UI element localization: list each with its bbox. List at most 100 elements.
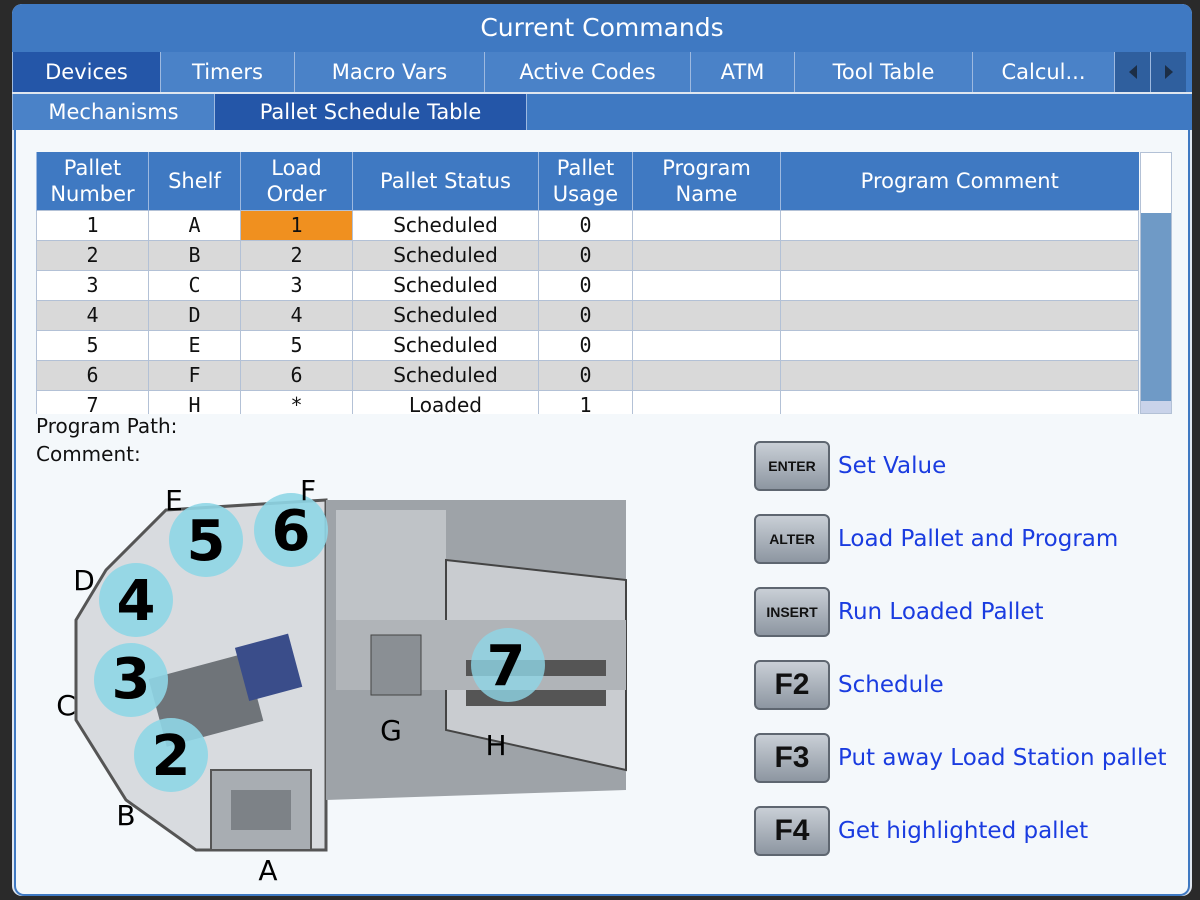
tab-pallet-schedule-table[interactable]: Pallet Schedule Table xyxy=(214,94,526,130)
table-cell[interactable] xyxy=(780,269,1139,301)
load-station-fixture xyxy=(231,790,291,830)
table-cell[interactable]: 0 xyxy=(538,299,633,331)
column-header: Load Order xyxy=(240,152,353,210)
key-row-f4: F4 Get highlighted pallet xyxy=(754,805,1088,857)
put-away-load-station-pallet-label[interactable]: Put away Load Station pallet xyxy=(838,745,1167,771)
table-cell[interactable]: 0 xyxy=(538,359,633,391)
column-header: Pallet Usage xyxy=(538,152,633,210)
table-cell[interactable]: * xyxy=(240,389,353,414)
scrollbar-track-end xyxy=(1141,401,1171,413)
tab-devices[interactable]: Devices xyxy=(12,52,160,92)
table-cell[interactable]: 0 xyxy=(538,209,633,241)
table-cell[interactable]: H xyxy=(148,389,241,414)
table-cell[interactable]: F xyxy=(148,359,241,391)
table-cell[interactable]: 7 xyxy=(36,389,149,414)
table-cell[interactable] xyxy=(780,299,1139,331)
column-header: Program Name xyxy=(632,152,781,210)
table-cell[interactable]: 5 xyxy=(36,329,149,361)
table-cell[interactable]: 3 xyxy=(36,269,149,301)
get-highlighted-pallet-label[interactable]: Get highlighted pallet xyxy=(838,818,1088,844)
table-cell[interactable]: 0 xyxy=(538,269,633,301)
table-cell[interactable]: 5 xyxy=(240,329,353,361)
f2-key[interactable]: F2 xyxy=(754,660,830,710)
table-cell[interactable] xyxy=(780,359,1139,391)
table-cell[interactable]: B xyxy=(148,239,241,271)
table-cell[interactable] xyxy=(632,239,781,271)
table-cell[interactable]: C xyxy=(148,269,241,301)
table-cell[interactable] xyxy=(632,299,781,331)
tab-macro-vars[interactable]: Macro Vars xyxy=(294,52,484,92)
receiver-g xyxy=(370,634,422,696)
f4-key[interactable]: F4 xyxy=(754,806,830,856)
alter-key[interactable]: ALTER xyxy=(754,514,830,564)
table-cell[interactable]: 3 xyxy=(240,269,353,301)
tab-active-codes[interactable]: Active Codes xyxy=(484,52,690,92)
table-row[interactable]: 7 H * Loaded 1 xyxy=(36,389,1139,414)
key-row-alter: ALTER Load Pallet and Program xyxy=(754,513,1118,565)
table-cell[interactable]: Scheduled xyxy=(352,239,539,271)
table-cell[interactable] xyxy=(780,209,1139,241)
table-cell[interactable]: 4 xyxy=(240,299,353,331)
tab-atm[interactable]: ATM xyxy=(690,52,794,92)
table-cell[interactable]: Scheduled xyxy=(352,209,539,241)
table-cell[interactable]: 6 xyxy=(240,359,353,391)
table-row[interactable]: 3 C 3 Scheduled 0 xyxy=(36,269,1139,301)
pallet-number-4: 4 xyxy=(117,569,156,634)
table-cell[interactable]: Scheduled xyxy=(352,299,539,331)
table-cell[interactable]: 2 xyxy=(36,239,149,271)
scrollbar-thumb[interactable] xyxy=(1141,213,1171,401)
shelf-letter-d: D xyxy=(73,564,95,597)
tab-scroll-left-button[interactable] xyxy=(1114,52,1150,92)
tab-calculator[interactable]: Calcul... xyxy=(972,52,1114,92)
schedule-label[interactable]: Schedule xyxy=(838,672,944,698)
table-scrollbar[interactable] xyxy=(1140,152,1172,414)
table-cell[interactable]: Scheduled xyxy=(352,329,539,361)
table-row[interactable]: 1 A 1 Scheduled 0 xyxy=(36,209,1139,241)
table-cell[interactable]: 4 xyxy=(36,299,149,331)
run-loaded-pallet-label[interactable]: Run Loaded Pallet xyxy=(838,599,1044,625)
column-header: Pallet Status xyxy=(352,152,539,210)
table-cell[interactable]: Loaded xyxy=(352,389,539,414)
table-cell[interactable]: D xyxy=(148,299,241,331)
table-cell[interactable] xyxy=(632,269,781,301)
tab-timers[interactable]: Timers xyxy=(160,52,294,92)
table-cell[interactable] xyxy=(780,329,1139,361)
key-row-f2: F2 Schedule xyxy=(754,659,944,711)
table-cell[interactable] xyxy=(632,329,781,361)
pallet-number-2: 2 xyxy=(152,724,191,789)
table-row[interactable]: 6 F 6 Scheduled 0 xyxy=(36,359,1139,391)
table-cell[interactable]: 0 xyxy=(538,329,633,361)
table-cell[interactable] xyxy=(780,389,1139,414)
shelf-letter-e: E xyxy=(165,484,183,517)
pallet-schedule-panel: Pallet Number Shelf Load Order Pallet Statu… xyxy=(14,130,1190,896)
load-pallet-and-program-label[interactable]: Load Pallet and Program xyxy=(838,526,1118,552)
table-cell[interactable]: E xyxy=(148,329,241,361)
table-cell[interactable]: Scheduled xyxy=(352,269,539,301)
table-cell[interactable] xyxy=(632,359,781,391)
insert-key[interactable]: INSERT xyxy=(754,587,830,637)
shelf-letter-a: A xyxy=(258,854,277,887)
table-cell[interactable]: A xyxy=(148,209,241,241)
tab-mechanisms[interactable]: Mechanisms xyxy=(12,94,214,130)
table-cell[interactable]: 1 xyxy=(240,209,353,241)
table-cell[interactable]: 2 xyxy=(240,239,353,271)
set-value-label[interactable]: Set Value xyxy=(838,453,946,479)
comment-label: Comment: xyxy=(36,442,141,466)
table-row[interactable]: 5 E 5 Scheduled 0 xyxy=(36,329,1139,361)
table-cell[interactable]: 0 xyxy=(538,239,633,271)
enter-key[interactable]: ENTER xyxy=(754,441,830,491)
table-row[interactable]: 2 B 2 Scheduled 0 xyxy=(36,239,1139,271)
table-cell[interactable] xyxy=(632,389,781,414)
table-header-row: Pallet Number Shelf Load Order Pallet Statu… xyxy=(36,152,1139,210)
tab-tool-table[interactable]: Tool Table xyxy=(794,52,972,92)
table-cell[interactable] xyxy=(780,239,1139,271)
table-cell[interactable]: 1 xyxy=(36,209,149,241)
table-cell[interactable]: 6 xyxy=(36,359,149,391)
table-cell[interactable]: 1 xyxy=(538,389,633,414)
table-row[interactable]: 4 D 4 Scheduled 0 xyxy=(36,299,1139,331)
table-cell[interactable]: Scheduled xyxy=(352,359,539,391)
table-cell[interactable] xyxy=(632,209,781,241)
shelf-letter-c: C xyxy=(56,689,76,722)
tab-scroll-right-button[interactable] xyxy=(1150,52,1186,92)
f3-key[interactable]: F3 xyxy=(754,733,830,783)
